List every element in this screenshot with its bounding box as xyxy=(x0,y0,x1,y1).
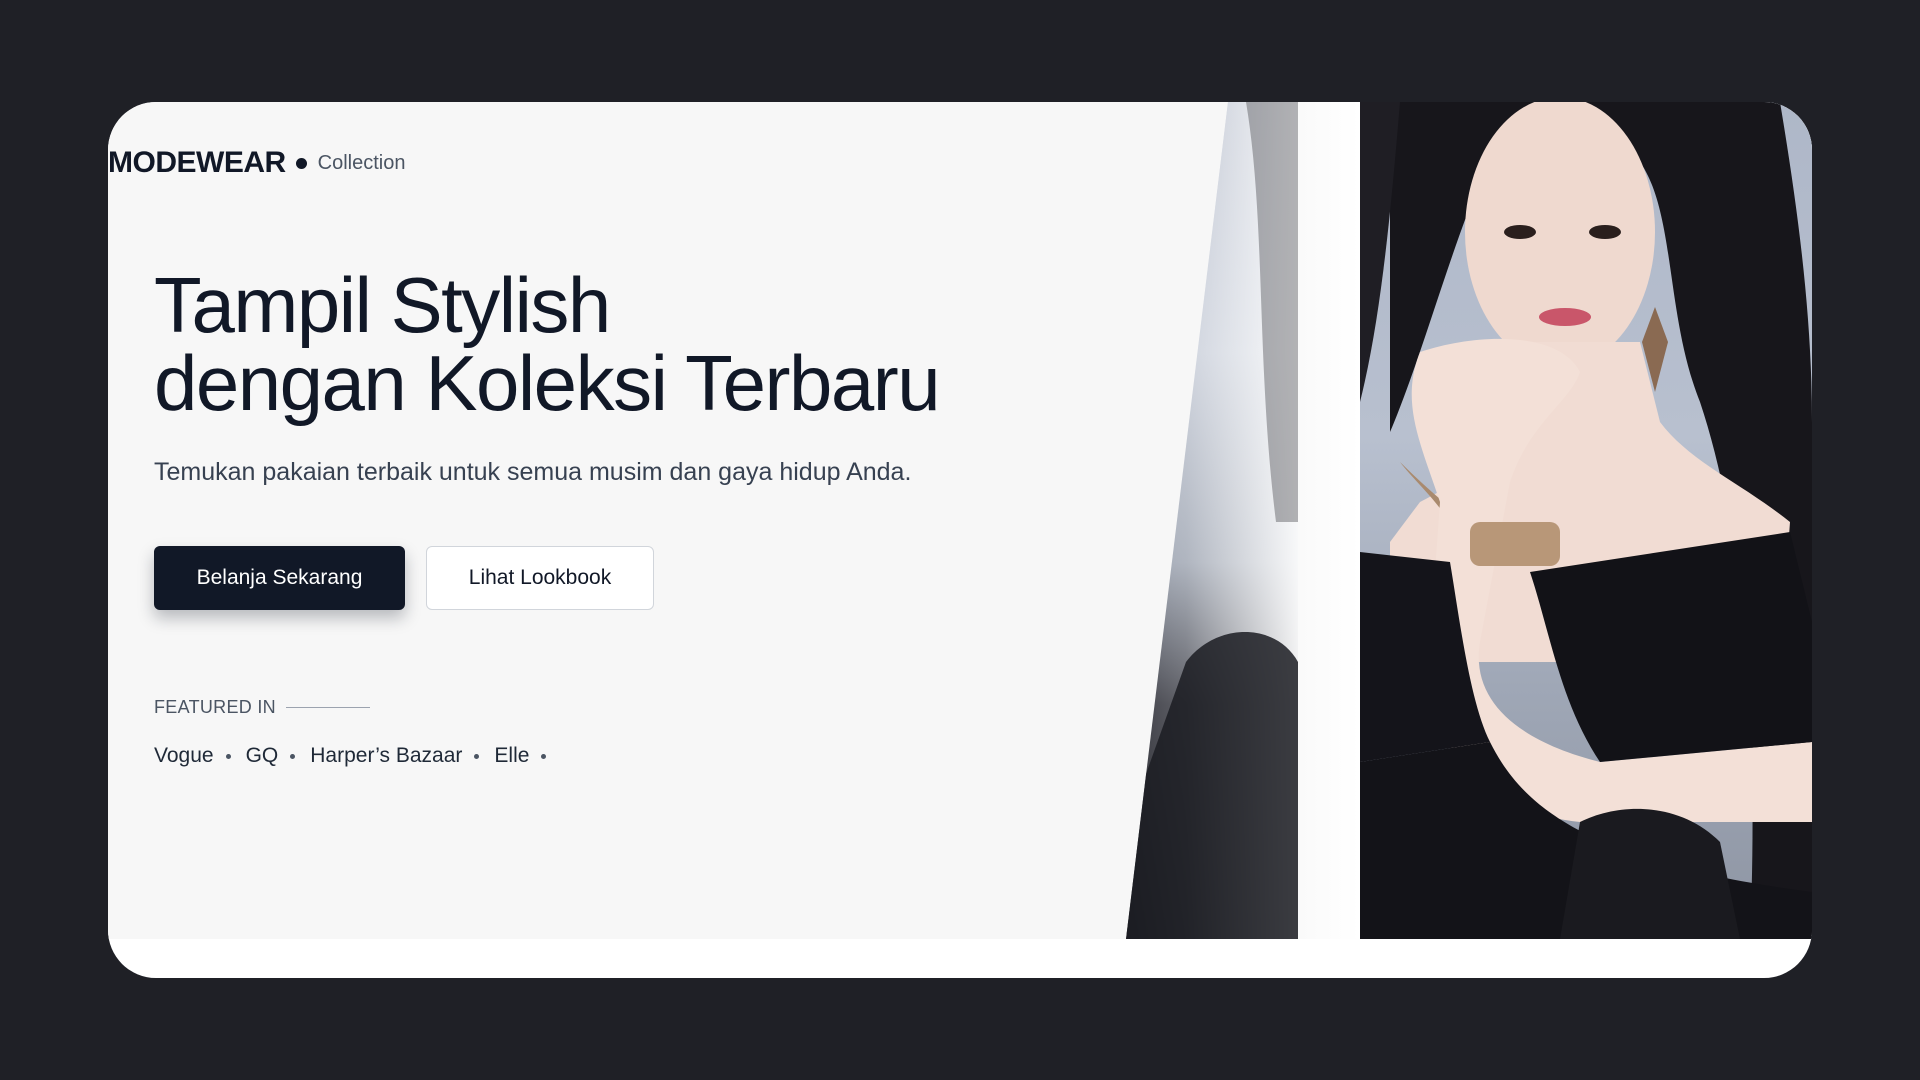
bullet-icon xyxy=(225,753,231,759)
bullet-icon xyxy=(474,753,480,759)
featured-in-label: FEATURED IN xyxy=(154,697,370,718)
featured-item-gq: GQ xyxy=(246,744,311,768)
brand-dot-icon xyxy=(295,157,307,169)
shop-now-button[interactable]: Belanja Sekarang xyxy=(154,546,405,610)
headline-line-2: dengan Koleksi Terbaru xyxy=(154,339,941,427)
featured-item-label: GQ xyxy=(245,744,279,767)
featured-divider xyxy=(285,706,370,709)
headline-line-1: Tampil Stylish xyxy=(154,261,611,349)
featured-list: Vogue GQ Harper’s Bazaar Elle xyxy=(154,744,561,768)
hero-model-image xyxy=(1360,102,1812,939)
featured-item-vogue: Vogue xyxy=(154,744,246,768)
featured-item-harpers-bazaar: Harper’s Bazaar xyxy=(310,744,494,768)
bullet-icon xyxy=(290,753,296,759)
image-divider xyxy=(1298,102,1360,939)
featured-item-elle: Elle xyxy=(494,744,561,768)
featured-item-label: Elle xyxy=(494,744,530,767)
brand-subtitle: Collection xyxy=(317,151,406,174)
hero-headline: Tampil Stylish dengan Koleksi Terbaru xyxy=(154,261,941,427)
hero-card: MODEWEAR Collection Tampil Stylish denga… xyxy=(108,102,1812,978)
bullet-icon xyxy=(541,753,547,759)
hero-section: MODEWEAR Collection Tampil Stylish denga… xyxy=(108,102,1812,939)
hero-image-faded-slice xyxy=(1126,102,1298,939)
featured-item-label: Vogue xyxy=(154,744,214,767)
featured-item-label: Harper’s Bazaar xyxy=(310,744,463,767)
hero-subtitle: Temukan pakaian terbaik untuk semua musi… xyxy=(154,458,912,486)
brand-name: MODEWEAR xyxy=(108,146,286,179)
featured-in-text: FEATURED IN xyxy=(154,697,276,717)
brand-logo[interactable]: MODEWEAR Collection xyxy=(108,146,405,180)
lookbook-button[interactable]: Lihat Lookbook xyxy=(426,546,654,610)
